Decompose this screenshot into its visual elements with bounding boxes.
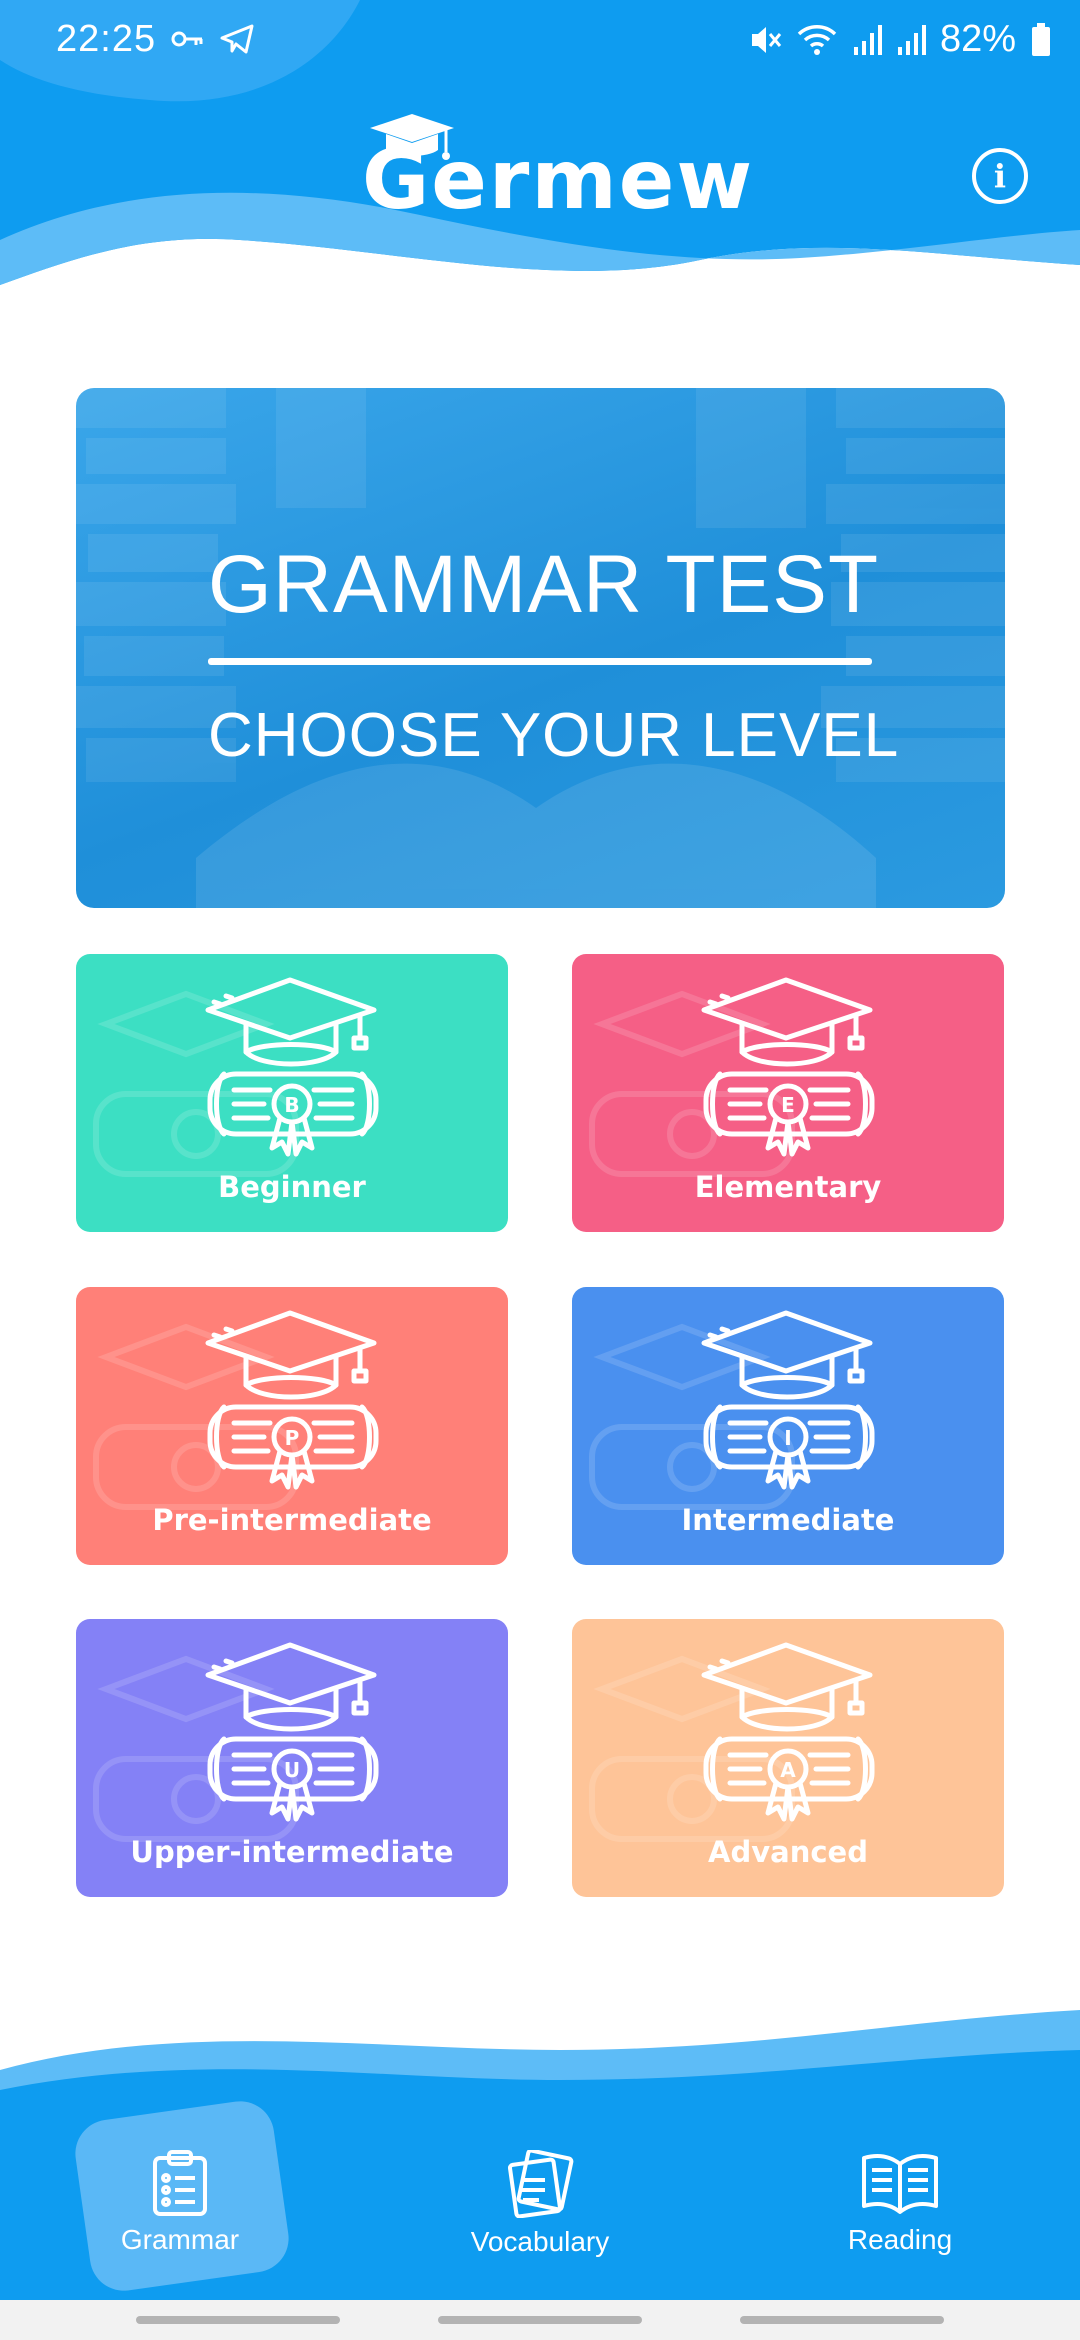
tab-grammar[interactable]: Grammar [60,2150,300,2290]
level-label: Advanced [708,1835,868,1869]
level-badge-letter: B [284,1093,299,1117]
diploma-cap-icon: U [205,1642,379,1822]
banner-subtitle: CHOOSE YOUR LEVEL [208,701,900,770]
level-card-intermediate[interactable]: I Intermediate [572,1287,1004,1565]
mute-icon [748,22,782,58]
level-badge-letter: U [284,1758,300,1782]
level-label: Pre-intermediate [152,1503,432,1537]
recents-gesture-bar[interactable] [136,2316,340,2324]
grammar-test-banner: GRAMMAR TEST CHOOSE YOUR LEVEL [76,388,1005,908]
clipboard-icon [153,2150,207,2216]
level-label: Elementary [694,1170,882,1204]
level-badge-letter: A [780,1758,796,1782]
level-card-beginner[interactable]: B Beginner [76,954,508,1232]
signal-icon [896,23,926,57]
banner-title: GRAMMAR TEST [208,539,880,630]
tab-vocabulary-label: Vocabulary [470,2226,610,2257]
key-icon [170,24,204,54]
status-time: 22:25 [56,18,157,60]
level-card-pre-intermediate[interactable]: P Pre-intermediate [76,1287,508,1565]
app-header: 22:25 82% Germew i [0,0,1080,330]
level-label: Intermediate [681,1503,895,1537]
app-logo: Germew [362,112,752,226]
level-label: Upper-intermediate [130,1835,454,1869]
banner-divider [208,658,872,665]
cards-icon [507,2150,574,2218]
diploma-cap-icon: B [205,977,379,1157]
tab-grammar-label: Grammar [120,2224,240,2255]
books-background-image [76,388,1005,908]
diploma-cap-icon: I [701,1310,875,1490]
book-icon [862,2154,938,2214]
wifi-icon [796,22,838,58]
level-badge-letter: E [781,1093,795,1117]
battery-icon [1030,22,1052,58]
level-card-elementary[interactable]: E Elementary [572,954,1004,1232]
status-bar: 22:25 82% [0,0,1080,84]
tab-reading[interactable]: Reading [780,2150,1020,2290]
telegram-icon [220,24,254,54]
diploma-cap-icon: E [701,977,875,1157]
signal-icon [852,23,882,57]
info-icon: i [993,157,1007,195]
level-badge-letter: I [784,1426,791,1450]
level-card-advanced[interactable]: A Advanced [572,1619,1004,1897]
level-badge-letter: P [285,1426,300,1450]
battery-percent: 82% [939,18,1016,60]
tab-vocabulary[interactable]: Vocabulary [420,2150,660,2290]
diploma-cap-icon: A [701,1642,875,1822]
diploma-cap-icon: P [205,1310,379,1490]
home-gesture-bar[interactable] [438,2316,642,2324]
level-card-upper-intermediate[interactable]: U Upper-intermediate [76,1619,508,1897]
tab-reading-label: Reading [847,2224,953,2255]
back-gesture-bar[interactable] [740,2316,944,2324]
level-label: Beginner [218,1170,366,1204]
info-button[interactable]: i [972,148,1028,204]
bottom-navigation: Grammar Vocabulary Reading [0,2010,1080,2340]
app-name: Germew [362,133,755,228]
